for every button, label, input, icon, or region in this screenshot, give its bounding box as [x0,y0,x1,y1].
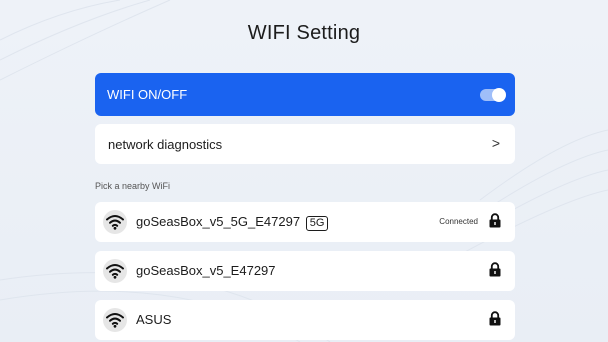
network-item[interactable]: ASUS [95,300,515,340]
chevron-right-icon: > [491,135,500,151]
toggle-knob [492,88,506,102]
band-5g-badge: 5G [305,216,329,231]
network-ssid: ASUS [136,312,172,327]
wifi-toggle-label: WIFI ON/OFF [107,87,188,102]
lock-icon [489,213,501,233]
network-item[interactable]: goSeasBox_v5_E47297 [95,251,515,291]
wifi-toggle-switch[interactable] [480,88,506,102]
wifi-icon [103,259,127,283]
wifi-icon [103,210,127,234]
section-label: Pick a nearby WiFi [95,181,171,191]
network-ssid: goSeasBox_v5_5G_E47297 5G [136,214,329,231]
network-diagnostics-label: network diagnostics [108,137,223,152]
lock-icon [489,262,501,282]
lock-icon [489,311,501,331]
wifi-icon [103,308,127,332]
connection-status: Connected [439,217,478,226]
page-title: WIFI Setting [247,22,361,44]
wifi-toggle-row[interactable]: WIFI ON/OFF [95,73,515,116]
network-ssid: goSeasBox_v5_E47297 [136,263,276,278]
network-item[interactable]: goSeasBox_v5_5G_E47297 5G Connected [95,202,515,242]
network-ssid-text: goSeasBox_v5_5G_E47297 [136,214,301,229]
network-diagnostics-row[interactable]: network diagnostics > [95,124,515,164]
